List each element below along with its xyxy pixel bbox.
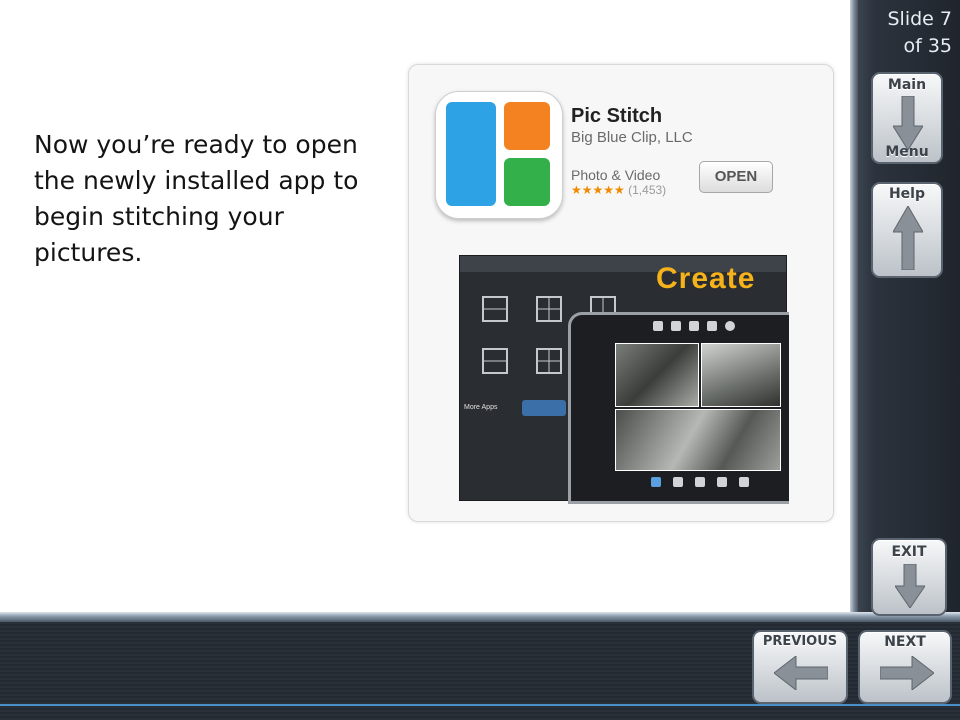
tool-icon (653, 321, 663, 331)
rating-count: (1,453) (628, 183, 667, 197)
arrow-down-icon (893, 96, 923, 150)
icon-tile-blue (446, 102, 496, 206)
layout-grid-icon (536, 296, 562, 322)
create-label: Create (656, 262, 756, 295)
open-button: OPEN (699, 161, 773, 193)
tablet-frame (568, 312, 789, 504)
main-menu-button[interactable]: Main Menu (871, 72, 943, 164)
exit-label: EXIT (891, 544, 927, 560)
app-developer: Big Blue Clip, LLC (571, 129, 693, 146)
sidebar-divider (850, 0, 858, 616)
tool-icon (673, 477, 683, 487)
layout-grid-icon (536, 348, 562, 374)
star-rating-icon: ★★★★★ (571, 183, 625, 197)
tablet-bottom-toolbar (651, 477, 761, 489)
pic-stitch-app-icon (435, 91, 563, 219)
arrow-down-icon (895, 564, 925, 608)
app-name: Pic Stitch (571, 105, 663, 127)
app-rating: ★★★★★ (1,453) (571, 183, 666, 197)
stitched-photo (615, 343, 699, 407)
instruction-text: Now you’re ready to open the newly insta… (34, 130, 359, 267)
accent-line (0, 704, 960, 706)
app-store-screenshot: Pic Stitch Big Blue Clip, LLC Photo & Vi… (408, 64, 834, 522)
slide-total: of 35 (903, 35, 952, 57)
next-button[interactable]: NEXT (858, 630, 952, 704)
tool-icon (695, 477, 705, 487)
stitched-photo (615, 409, 781, 471)
tool-icon (651, 477, 661, 487)
icon-tile-green (504, 158, 550, 206)
help-label: Help (888, 186, 926, 202)
tool-icon (725, 321, 735, 331)
more-apps-label: More Apps (464, 404, 498, 411)
app-category: Photo & Video (571, 167, 661, 183)
slide-number: Slide 7 (887, 8, 953, 30)
help-button[interactable]: Help (871, 182, 943, 278)
previous-button[interactable]: PREVIOUS (752, 630, 848, 704)
tablet-toolbar (653, 321, 753, 333)
arrow-up-icon (893, 206, 923, 270)
tool-icon (689, 321, 699, 331)
tool-icon (717, 477, 727, 487)
arrow-left-icon (774, 656, 828, 690)
stitched-photo (701, 343, 781, 407)
bottom-divider (0, 612, 960, 622)
arrow-right-icon (880, 656, 934, 690)
layout-grid-icon (482, 296, 508, 322)
exit-button[interactable]: EXIT (871, 538, 947, 616)
main-menu-label-bottom: Menu (885, 144, 929, 160)
app-preview-image: Create More Apps (459, 255, 789, 504)
slide-counter: Slide 7 of 35 (868, 6, 953, 60)
facebook-chip (522, 400, 566, 416)
previous-label: PREVIOUS (762, 634, 838, 649)
icon-tile-orange (504, 102, 550, 150)
tool-icon (707, 321, 717, 331)
layout-grid-icon (482, 348, 508, 374)
tool-icon (671, 321, 681, 331)
next-label: NEXT (884, 634, 926, 650)
tool-icon (739, 477, 749, 487)
main-menu-label-top: Main (887, 77, 927, 93)
